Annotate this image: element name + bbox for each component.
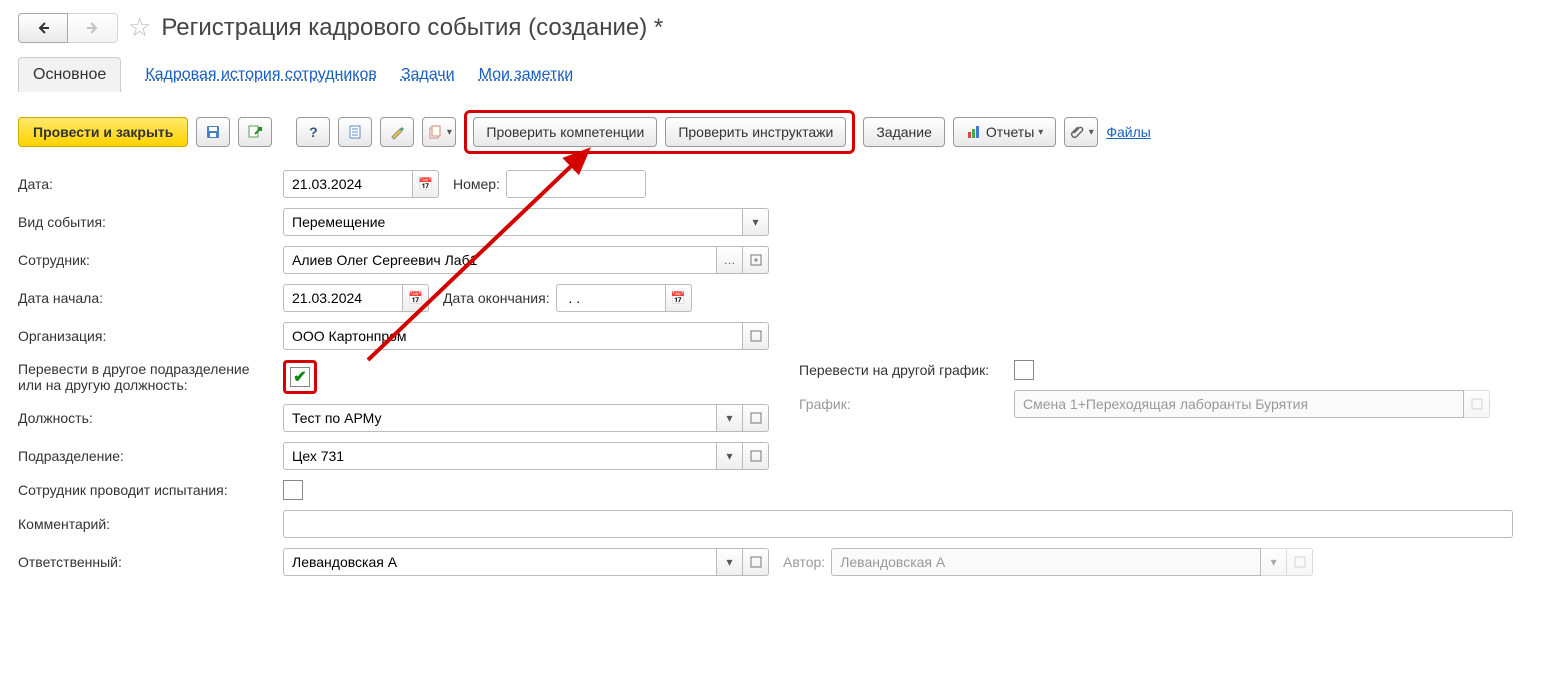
date-picker-button[interactable]: 📅 [413, 170, 439, 198]
transfer-dept-checkbox[interactable] [290, 367, 310, 387]
open-icon [748, 554, 764, 570]
post-icon [247, 124, 263, 140]
check-competencies-button[interactable]: Проверить компетенции [473, 117, 657, 147]
end-date-picker-button[interactable]: 📅 [666, 284, 692, 312]
marker-icon [389, 124, 405, 140]
save-icon [205, 124, 221, 140]
open-icon [1469, 396, 1485, 412]
schedule-input [1014, 390, 1464, 418]
copy-doc-icon [427, 124, 443, 140]
page-title: Регистрация кадрового события (создание)… [161, 14, 663, 42]
open-icon [748, 448, 764, 464]
arrow-left-icon [35, 20, 51, 36]
number-input[interactable] [506, 170, 646, 198]
employee-select-button[interactable]: … [717, 246, 743, 274]
schedule-open-button [1464, 390, 1490, 418]
files-link[interactable]: Файлы [1106, 124, 1150, 140]
task-button[interactable]: Задание [863, 117, 945, 147]
responsible-label: Ответственный: [18, 554, 283, 570]
event-type-input[interactable] [283, 208, 743, 236]
open-icon [748, 252, 764, 268]
event-type-dropdown-button[interactable]: ▾ [743, 208, 769, 236]
create-from-button[interactable] [422, 117, 456, 147]
event-type-label: Вид события: [18, 214, 283, 230]
author-dropdown-button: ▾ [1261, 548, 1287, 576]
start-date-label: Дата начала: [18, 290, 283, 306]
transfer-dept-label: Перевести в другое подразделение или на … [18, 361, 283, 393]
employee-input[interactable] [283, 246, 717, 274]
date-label: Дата: [18, 176, 283, 192]
save-button[interactable] [196, 117, 230, 147]
marker-button[interactable] [380, 117, 414, 147]
reports-button[interactable]: Отчеты [953, 117, 1056, 147]
open-icon [748, 328, 764, 344]
dept-open-button[interactable] [743, 442, 769, 470]
comment-input[interactable] [283, 510, 1513, 538]
question-icon: ? [309, 124, 318, 140]
org-label: Организация: [18, 328, 283, 344]
tab-tasks[interactable]: Задачи [401, 66, 455, 84]
author-input [831, 548, 1261, 576]
employee-open-button[interactable] [743, 246, 769, 274]
author-label: Автор: [783, 554, 825, 570]
tab-history[interactable]: Кадровая история сотрудников [145, 66, 377, 84]
responsible-input[interactable] [283, 548, 717, 576]
tests-label: Сотрудник проводит испытания: [18, 482, 283, 498]
open-icon [748, 410, 764, 426]
chart-icon [966, 124, 982, 140]
org-input[interactable] [283, 322, 743, 350]
position-open-button[interactable] [743, 404, 769, 432]
tests-checkbox[interactable] [283, 480, 303, 500]
position-label: Должность: [18, 410, 283, 426]
dept-label: Подразделение: [18, 448, 283, 464]
tab-main[interactable]: Основное [18, 57, 121, 92]
end-date-label: Дата окончания: [443, 290, 550, 306]
date-input[interactable] [283, 170, 413, 198]
end-date-input[interactable] [556, 284, 666, 312]
org-open-button[interactable] [743, 322, 769, 350]
nav-back-button[interactable] [18, 13, 68, 43]
calendar-icon: 📅 [408, 291, 423, 305]
favorite-star-icon[interactable]: ☆ [128, 12, 151, 43]
doc-button[interactable] [338, 117, 372, 147]
nav-forward-button[interactable] [68, 13, 118, 43]
reports-label: Отчеты [986, 124, 1034, 140]
comment-label: Комментарий: [18, 516, 283, 532]
author-open-button [1287, 548, 1313, 576]
tab-notes[interactable]: Мои заметки [479, 66, 574, 84]
employee-label: Сотрудник: [18, 252, 283, 268]
responsible-open-button[interactable] [743, 548, 769, 576]
help-button[interactable]: ? [296, 117, 330, 147]
calendar-icon: 📅 [671, 291, 686, 305]
start-date-picker-button[interactable]: 📅 [403, 284, 429, 312]
start-date-input[interactable] [283, 284, 403, 312]
position-input[interactable] [283, 404, 717, 432]
transfer-schedule-checkbox[interactable] [1014, 360, 1034, 380]
transfer-dept-highlight [283, 360, 317, 394]
position-dropdown-button[interactable]: ▾ [717, 404, 743, 432]
post-button[interactable] [238, 117, 272, 147]
post-and-close-button[interactable]: Провести и закрыть [18, 117, 188, 147]
arrow-right-icon [85, 20, 101, 36]
highlighted-buttons-group: Проверить компетенции Проверить инструкт… [464, 110, 855, 154]
document-icon [347, 124, 363, 140]
paperclip-icon [1069, 124, 1085, 140]
dept-input[interactable] [283, 442, 717, 470]
responsible-dropdown-button[interactable]: ▾ [717, 548, 743, 576]
attach-button[interactable] [1064, 117, 1098, 147]
number-label: Номер: [453, 176, 500, 192]
schedule-label: График: [799, 396, 1014, 412]
check-instructions-button[interactable]: Проверить инструктажи [665, 117, 846, 147]
open-icon [1292, 554, 1308, 570]
calendar-icon: 📅 [418, 177, 433, 191]
transfer-schedule-label: Перевести на другой график: [799, 362, 1014, 378]
dept-dropdown-button[interactable]: ▾ [717, 442, 743, 470]
